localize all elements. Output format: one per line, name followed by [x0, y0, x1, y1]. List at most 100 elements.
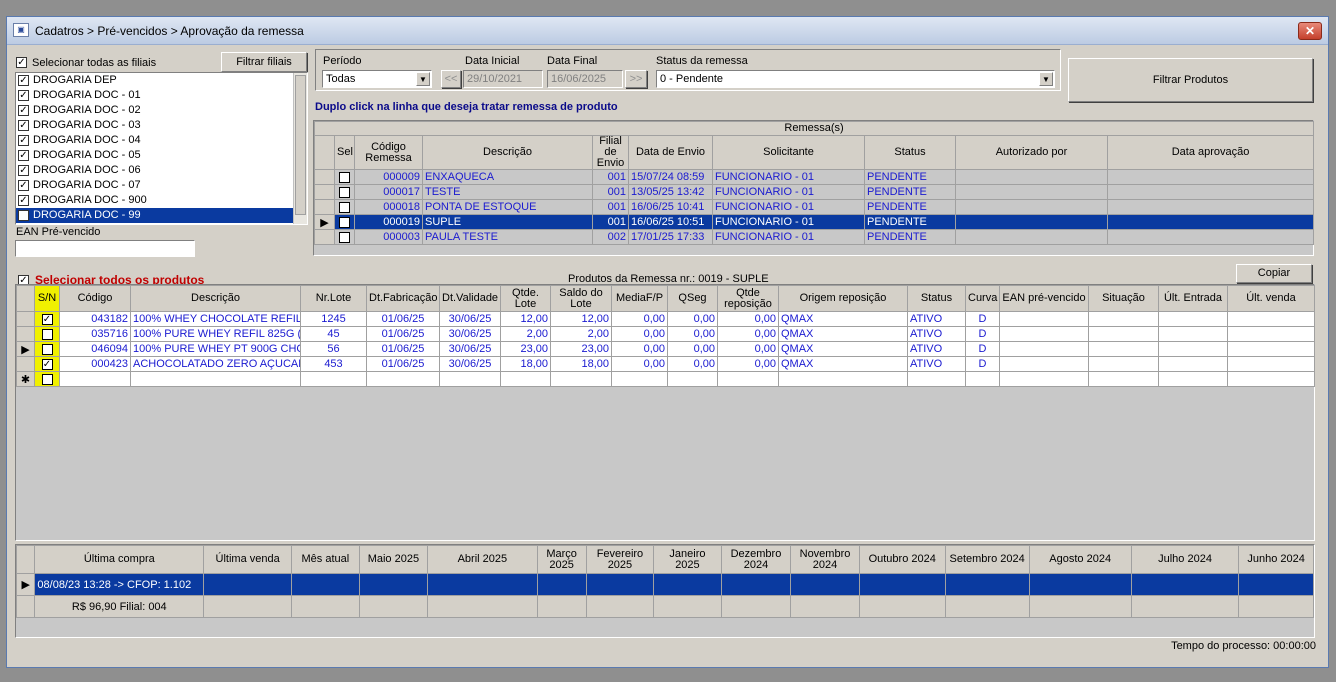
- product-column-header[interactable]: S/N: [34, 285, 60, 312]
- remessa-column-header[interactable]: Data de Envio: [628, 135, 713, 170]
- filial-item[interactable]: ✓ DROGARIA DOC - 900: [16, 193, 307, 208]
- remessa-column-header[interactable]: Status: [864, 135, 956, 170]
- product-sn-checkbox[interactable]: ✓: [41, 358, 53, 370]
- remessa-column-header[interactable]: Filial de Envio: [592, 135, 629, 170]
- remessa-row[interactable]: ▶ 000019 SUPLE 001 16/06/25 10:51 FUNCIONARIO…: [314, 214, 1315, 230]
- filial-item[interactable]: ✓ DROGARIA DOC - 99: [16, 208, 307, 223]
- remessa-column-header[interactable]: Sel: [334, 135, 355, 170]
- select-all-filiais-checkbox[interactable]: ✓: [16, 57, 27, 68]
- remessa-sel-checkbox[interactable]: [339, 201, 350, 213]
- product-ean-cell: [999, 326, 1089, 342]
- product-sn-cell[interactable]: [34, 371, 60, 387]
- remessa-row[interactable]: 000017 TESTE 001 13/05/25 13:42 FUNCIONARIO …: [314, 184, 1315, 200]
- chevron-down-icon[interactable]: ▼: [1039, 72, 1053, 86]
- filial-checkbox[interactable]: ✓: [18, 120, 29, 131]
- empty-cell: [611, 371, 668, 387]
- remessa-column-header[interactable]: Código Remessa: [354, 135, 423, 170]
- remessa-sel-cell[interactable]: [334, 184, 355, 200]
- history-row[interactable]: ▶ 08/08/23 13:28 -> CFOP: 1.102: [15, 573, 1314, 596]
- product-row[interactable]: 035716 100% PURE WHEY REFIL 825G (45 01/06…: [16, 326, 1315, 342]
- remessa-sel-checkbox[interactable]: [339, 231, 350, 243]
- remessa-row[interactable]: 000009 ENXAQUECA 001 15/07/24 08:59 FUNCIONA…: [314, 169, 1315, 185]
- history-cell: [427, 573, 538, 596]
- periodo-select[interactable]: Todas ▼: [322, 70, 432, 88]
- product-column-header[interactable]: Descrição: [130, 285, 301, 312]
- prev-date-button[interactable]: <<: [441, 70, 461, 88]
- remessa-sel-cell[interactable]: [334, 199, 355, 215]
- filial-item[interactable]: ✓ DROGARIA DEP: [16, 73, 307, 88]
- data-inicial-input[interactable]: 29/10/2021: [463, 70, 543, 88]
- remessa-sel-cell[interactable]: [334, 169, 355, 185]
- next-date-button[interactable]: >>: [625, 70, 647, 88]
- remessa-column-header[interactable]: Solicitante: [712, 135, 865, 170]
- filter-products-button[interactable]: Filtrar Produtos: [1068, 58, 1313, 102]
- product-column-header[interactable]: Código: [59, 285, 131, 312]
- filial-checkbox[interactable]: ✓: [18, 135, 29, 146]
- chevron-down-icon[interactable]: ▼: [416, 72, 430, 86]
- product-column-header[interactable]: EAN pré-vencido: [999, 285, 1089, 312]
- remessa-row[interactable]: 000018 PONTA DE ESTOQUE 001 16/06/25 10:41 F…: [314, 199, 1315, 215]
- filial-item[interactable]: ✓ DROGARIA DOC - 02: [16, 103, 307, 118]
- status-remessa-select[interactable]: 0 - Pendente ▼: [656, 70, 1055, 88]
- data-final-input[interactable]: 16/06/2025: [547, 70, 623, 88]
- filial-item[interactable]: ✓ DROGARIA DOC - 06: [16, 163, 307, 178]
- remessa-row[interactable]: 000003 PAULA TESTE 002 17/01/25 17:33 FUNCIO…: [314, 229, 1315, 245]
- filial-item[interactable]: ✓ DROGARIA DOC - 04: [16, 133, 307, 148]
- product-column-header[interactable]: Dt.Validade: [439, 285, 501, 312]
- product-column-header[interactable]: Curva: [965, 285, 1000, 312]
- filial-checkbox[interactable]: ✓: [18, 165, 29, 176]
- product-sn-checkbox[interactable]: ✓: [41, 313, 53, 325]
- product-column-header[interactable]: Saldo do Lote: [550, 285, 612, 312]
- filial-checkbox[interactable]: ✓: [18, 210, 29, 221]
- filial-checkbox[interactable]: ✓: [18, 150, 29, 161]
- product-column-header[interactable]: Qtde. Lote: [500, 285, 551, 312]
- product-sn-cell[interactable]: [34, 326, 60, 342]
- product-column-header[interactable]: Situação: [1088, 285, 1159, 312]
- close-button[interactable]: ✕: [1298, 22, 1322, 40]
- hint-text: Duplo click na linha que deseja tratar r…: [315, 101, 618, 113]
- remessa-sel-cell[interactable]: [334, 214, 355, 230]
- product-row[interactable]: ✓ 000423 ACHOCOLATADO ZERO AÇUCAF 453 01/06/…: [16, 356, 1315, 372]
- product-origem-cell: QMAX: [778, 311, 908, 327]
- product-column-header[interactable]: MediaF/P: [611, 285, 668, 312]
- product-column-header[interactable]: Nr.Lote: [300, 285, 367, 312]
- product-sn-cell[interactable]: ✓: [34, 311, 60, 327]
- product-column-header[interactable]: QSeg: [667, 285, 718, 312]
- product-sn-checkbox[interactable]: [41, 373, 53, 385]
- product-column-header[interactable]: Status: [907, 285, 966, 312]
- filiais-scrollbar[interactable]: [293, 73, 307, 224]
- filial-checkbox[interactable]: ✓: [18, 75, 29, 86]
- product-column-header[interactable]: Qtde reposição: [717, 285, 779, 312]
- product-sn-cell[interactable]: [34, 341, 60, 357]
- filial-checkbox[interactable]: ✓: [18, 195, 29, 206]
- product-column-header[interactable]: Últ. venda: [1227, 285, 1315, 312]
- history-row[interactable]: R$ 96,90 Filial: 004: [15, 595, 1314, 618]
- product-codigo-cell: 035716: [59, 326, 131, 342]
- remessa-sel-checkbox[interactable]: [339, 171, 350, 183]
- remessa-column-header[interactable]: Data aprovação: [1106, 135, 1315, 170]
- product-sn-checkbox[interactable]: [41, 343, 53, 355]
- filial-item[interactable]: ✓ DROGARIA DOC - 07: [16, 178, 307, 193]
- filial-item[interactable]: ✓ DROGARIA DOC - 03: [16, 118, 307, 133]
- product-row[interactable]: ▶ 046094 100% PURE WHEY PT 900G CHC 56 01/06…: [16, 341, 1315, 357]
- filter-filiais-button[interactable]: Filtrar filiais: [221, 52, 307, 72]
- product-new-row[interactable]: ✱: [16, 371, 1315, 387]
- remessa-sel-checkbox[interactable]: [339, 186, 350, 198]
- product-column-header[interactable]: Dt.Fabricação: [366, 285, 440, 312]
- remessa-sel-checkbox[interactable]: [339, 216, 350, 228]
- product-column-header[interactable]: Origem reposição: [778, 285, 908, 312]
- product-row[interactable]: ✓ 043182 100% WHEY CHOCOLATE REFIL 1245 01/0…: [16, 311, 1315, 327]
- filial-checkbox[interactable]: ✓: [18, 90, 29, 101]
- copy-button[interactable]: Copiar: [1236, 264, 1312, 283]
- remessa-column-header[interactable]: Descrição: [422, 135, 593, 170]
- product-sn-cell[interactable]: ✓: [34, 356, 60, 372]
- filial-checkbox[interactable]: ✓: [18, 105, 29, 116]
- ean-input[interactable]: [15, 240, 195, 257]
- filial-checkbox[interactable]: ✓: [18, 180, 29, 191]
- product-sn-checkbox[interactable]: [41, 328, 53, 340]
- filial-item[interactable]: ✓ DROGARIA DOC - 05: [16, 148, 307, 163]
- remessa-sel-cell[interactable]: [334, 229, 355, 245]
- product-column-header[interactable]: Últ. Entrada: [1158, 285, 1228, 312]
- remessa-column-header[interactable]: Autorizado por: [955, 135, 1108, 170]
- filial-item[interactable]: ✓ DROGARIA DOC - 01: [16, 88, 307, 103]
